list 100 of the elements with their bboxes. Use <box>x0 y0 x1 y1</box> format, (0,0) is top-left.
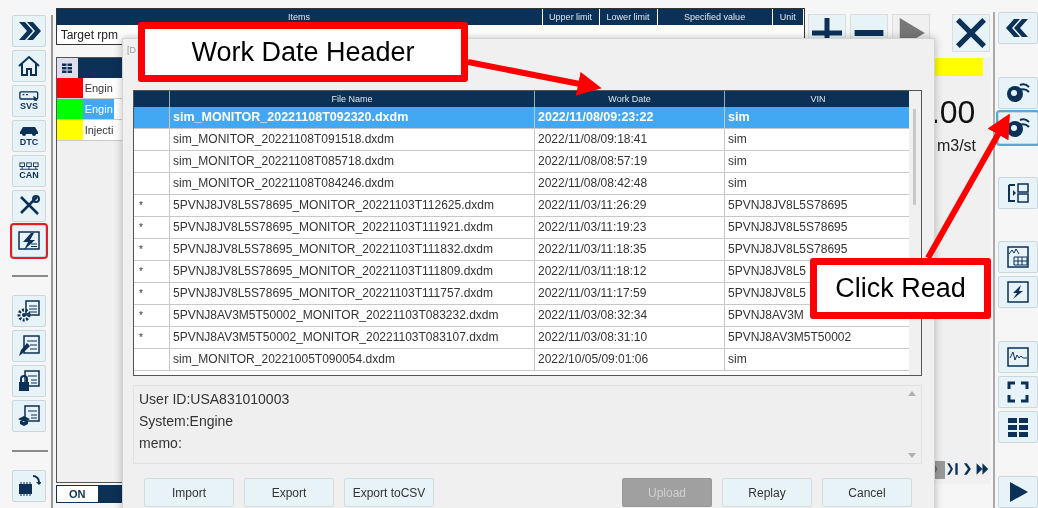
home-icon <box>17 54 41 78</box>
chevron-icon <box>975 461 990 476</box>
fullscreen-icon <box>1006 380 1030 405</box>
waveform-icon <box>1006 345 1030 370</box>
table-cell: 2022/11/08/09:23:22 <box>538 110 654 124</box>
chip-button[interactable] <box>12 470 46 502</box>
double-chevron-button[interactable] <box>12 15 46 47</box>
lightning-button[interactable] <box>998 276 1038 309</box>
table-cell-text: Target rpm <box>59 27 119 44</box>
gear-list-button[interactable] <box>12 295 46 327</box>
table-cell: 5PVNJ8JV8L5S78695_MONITOR_20221103T111921.dxdm <box>173 220 493 234</box>
signal-label[interactable]: Engin <box>82 78 114 98</box>
toggle-button[interactable]: ON <box>55 485 99 503</box>
fullscreen-button[interactable] <box>998 376 1038 409</box>
dialog-button[interactable]: Import <box>144 478 234 507</box>
table-cell: 5PVNJ8JV8L5S78695_MONITOR_20221103T112625.dxdm <box>173 198 494 212</box>
tools-button[interactable] <box>12 190 46 222</box>
unit-label: m3/st <box>936 137 978 155</box>
table-cell: 5PVNJ8JV8L5 <box>728 264 807 278</box>
dialog-button[interactable]: Export toCSV <box>344 478 434 507</box>
table-cell: 5PVNJ8JV8L5S78695_MONITOR_20221103T111757.dxdm <box>173 286 493 300</box>
grid-icon <box>61 62 74 74</box>
column-header: Upper limit <box>542 9 600 25</box>
grid-button[interactable] <box>998 411 1038 444</box>
cap-list-icon <box>17 404 41 428</box>
column-header: Unit <box>772 9 804 25</box>
table-cell: sim <box>728 154 747 168</box>
table-cell: 2022/11/03/08:32:34 <box>538 308 648 322</box>
network-button[interactable]: CAN <box>12 155 46 187</box>
table-cell: 5PVNJ8JV8L5 <box>728 286 807 300</box>
table-cell: 5PVNJ8JV8L5S78695_MONITOR_20221103T111809.dxdm <box>173 264 493 278</box>
details-line: memo: <box>139 434 183 452</box>
signal-label[interactable]: Injecti <box>82 120 115 140</box>
car-button[interactable]: DTC <box>12 120 46 152</box>
table-cell: sim <box>728 132 747 146</box>
dialog-button[interactable]: Cancel <box>822 478 912 507</box>
table-cell: 2022/11/03/11:18:35 <box>538 242 647 256</box>
table-cell: 5PVNJ8JV8L5S78695 <box>728 220 848 234</box>
network-icon <box>19 161 39 171</box>
table-cell: sim_MONITOR_20221108T084246.dxdm <box>173 176 394 190</box>
transfer-icon <box>1006 180 1030 205</box>
dialog-button[interactable]: Export <box>244 478 334 507</box>
table-cell: 5PVNJ8AV3M5T50002_MONITOR_20221103T083232.dxdm <box>173 308 499 322</box>
table-cell: 5PVNJ8JV8L5S78695 <box>728 242 848 256</box>
disc-button[interactable] <box>998 76 1038 109</box>
pencil-list-button[interactable] <box>12 330 46 362</box>
lock-list-button[interactable] <box>12 365 46 397</box>
transfer-button[interactable] <box>998 176 1038 209</box>
lightning-screen-button[interactable] <box>12 225 46 257</box>
close-button[interactable] <box>951 14 990 52</box>
double-chevron-icon <box>1006 16 1030 40</box>
table-cell: 5PVNJ8AV3M <box>728 308 804 322</box>
disc-icon <box>1006 80 1030 105</box>
table-cell: 2022/11/03/11:18:12 <box>538 264 647 278</box>
close-icon <box>955 18 986 48</box>
graph-table-icon <box>1006 245 1030 270</box>
table-cell: sim_MONITOR_20221108T091518.dxdm <box>173 132 394 146</box>
chevron-icon <box>945 461 960 476</box>
column-header: Specified value <box>657 9 773 25</box>
table-cell: 2022/11/03/11:19:23 <box>538 220 647 234</box>
table-cell: 2022/11/08/08:42:48 <box>538 176 648 190</box>
double-chevron-icon <box>17 19 41 43</box>
dialog-title: [D <box>127 45 136 57</box>
cap-list-button[interactable] <box>12 400 46 432</box>
column-header: Lower limit <box>599 9 658 25</box>
details-line: System:Engine <box>139 412 235 430</box>
gear-list-icon <box>17 299 41 323</box>
table-cell: 2022/11/08/08:57:19 <box>538 154 648 168</box>
grid-icon <box>1006 415 1030 440</box>
value-reading: .00 <box>930 94 977 131</box>
pencil-list-icon <box>17 334 41 358</box>
lock-list-icon <box>17 369 41 393</box>
window-button[interactable]: SVS <box>12 85 46 117</box>
table-cell: sim_MONITOR_20221005T090054.dxdm <box>173 352 395 366</box>
window-icon <box>19 90 39 102</box>
table-cell: 2022/10/05/09:01:06 <box>538 352 649 366</box>
graph-table-button[interactable] <box>998 241 1038 274</box>
table-cell: sim <box>728 176 747 190</box>
note-tooltip: Click Read <box>810 258 991 319</box>
table-cell: sim_MONITOR_20221108T085718.dxdm <box>173 154 394 168</box>
table-cell: 2022/11/03/11:26:29 <box>538 198 647 212</box>
note-tooltip: Work Date Header <box>138 22 468 82</box>
table-cell: 2022/11/03/08:31:10 <box>538 330 648 344</box>
table-cell: 5PVNJ8AV3M5T50002_MONITOR_20221103T083107.dxdm <box>173 330 499 344</box>
table-cell: sim_MONITOR_20221108T092320.dxdm <box>173 110 409 124</box>
minus-icon <box>853 30 884 36</box>
dialog-button[interactable]: Replay <box>722 478 812 507</box>
details-line: User ID:USA831010003 <box>139 390 291 408</box>
double-chevron-button[interactable] <box>998 12 1038 44</box>
table-cell: 5PVNJ8JV8L5S78695 <box>728 198 848 212</box>
table-cell: 2022/11/03/11:17:59 <box>538 286 647 300</box>
waveform-button[interactable] <box>998 341 1038 374</box>
chip-icon <box>17 474 41 498</box>
disc-icon <box>1006 115 1030 140</box>
home-button[interactable] <box>12 50 46 82</box>
table-cell: 2022/11/08/09:18:41 <box>538 132 648 146</box>
lightning-screen-icon <box>17 229 41 253</box>
play-button[interactable] <box>998 476 1038 508</box>
table-cell: 5PVNJ8JV8L5S78695_MONITOR_20221103T111832.dxdm <box>173 242 493 256</box>
table-cell: sim <box>728 110 750 124</box>
